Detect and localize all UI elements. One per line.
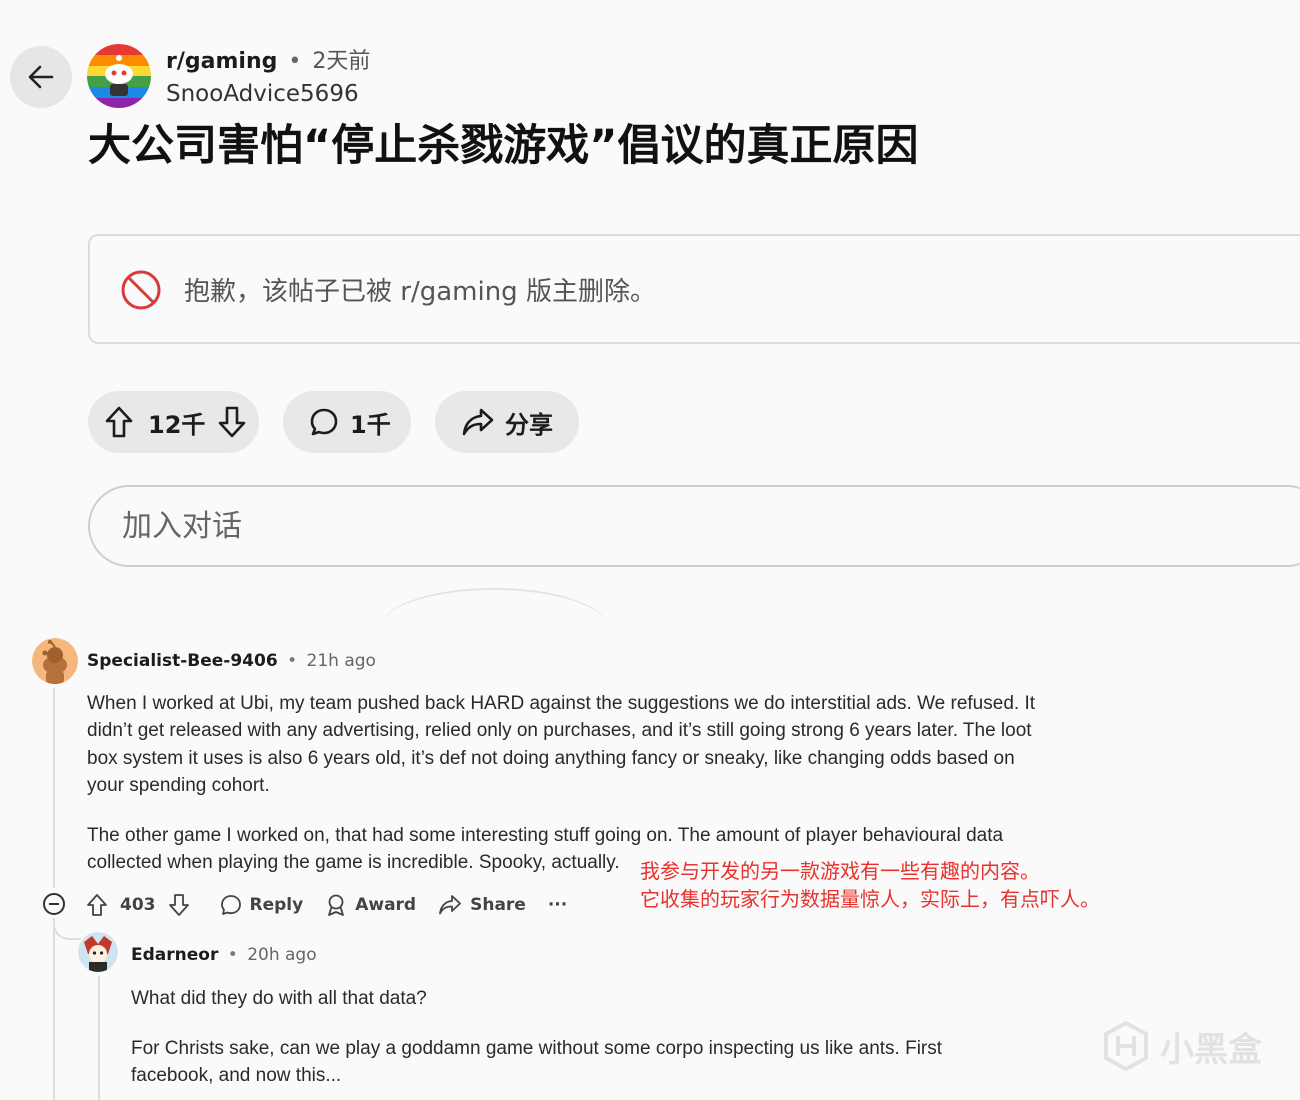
arrow-left-icon bbox=[28, 65, 54, 89]
sort-control[interactable] bbox=[380, 588, 608, 628]
avatar[interactable] bbox=[32, 638, 78, 684]
heybox-logo-icon bbox=[1104, 1020, 1148, 1072]
snoo-icon bbox=[87, 44, 151, 108]
comment-upvote-button[interactable] bbox=[86, 893, 116, 917]
post-meta: r/gaming • 2天前 bbox=[166, 48, 370, 76]
upvote-button[interactable] bbox=[104, 405, 134, 439]
annotation-line: 我参与开发的另一款游戏有一些有趣的内容。 bbox=[640, 859, 1040, 883]
comments-button[interactable]: 1千 bbox=[283, 391, 411, 453]
removed-text: 抱歉，该帖子已被 r/gaming 版主删除。 bbox=[184, 277, 656, 307]
comment-paragraph: When I worked at Ubi, my team pushed bac… bbox=[87, 693, 1035, 796]
comment-actions: 403 Reply Award Share ··· bbox=[86, 890, 589, 920]
comment-author[interactable]: Edarneor bbox=[131, 945, 218, 965]
join-placeholder: 加入对话 bbox=[122, 509, 242, 544]
share-button[interactable]: Share bbox=[438, 894, 526, 916]
share-label: 分享 bbox=[505, 410, 553, 439]
thread-line[interactable] bbox=[53, 918, 55, 1100]
comment-time: 20h ago bbox=[247, 945, 317, 965]
award-button[interactable]: Award bbox=[325, 893, 416, 917]
comment-count: 1千 bbox=[350, 410, 391, 439]
thread-line[interactable] bbox=[53, 688, 55, 888]
comment-icon bbox=[220, 895, 241, 915]
upvote-icon bbox=[105, 406, 133, 438]
upvote-icon bbox=[87, 894, 107, 916]
meta-separator: • bbox=[287, 651, 298, 671]
comment-downvote-button[interactable] bbox=[168, 893, 198, 917]
post-time: 2天前 bbox=[312, 49, 371, 74]
vote-count: 12千 bbox=[148, 410, 206, 439]
thread-connector bbox=[53, 918, 81, 940]
comment-paragraph: For Christs sake, can we play a goddamn … bbox=[131, 1038, 943, 1087]
comment-score: 403 bbox=[120, 895, 156, 915]
comment-time: 21h ago bbox=[306, 651, 376, 671]
character-avatar-icon bbox=[78, 932, 118, 972]
back-button[interactable] bbox=[10, 46, 72, 108]
downvote-icon bbox=[168, 894, 189, 916]
meta-separator: • bbox=[288, 49, 302, 74]
vote-bar: 12千 bbox=[88, 391, 259, 453]
translation-annotation: 我参与开发的另一款游戏有一些有趣的内容。 它收集的玩家行为数据量惊人，实际上，有… bbox=[640, 857, 1100, 913]
thread-line[interactable] bbox=[98, 976, 100, 1100]
subreddit-name[interactable]: r/gaming bbox=[166, 49, 277, 74]
watermark-text: 小黑盒 bbox=[1160, 1029, 1262, 1070]
award-icon bbox=[328, 894, 345, 916]
join-conversation-input[interactable]: 加入对话 bbox=[88, 485, 1300, 567]
comment-paragraph: What did they do with all that data? bbox=[131, 988, 427, 1009]
share-label: Share bbox=[470, 895, 526, 915]
share-icon bbox=[462, 408, 494, 436]
downvote-icon bbox=[219, 406, 246, 438]
annotation-line: 它收集的玩家行为数据量惊人，实际上，有点吓人。 bbox=[640, 887, 1100, 911]
reply-label: Reply bbox=[249, 895, 304, 915]
more-options-button[interactable]: ··· bbox=[548, 895, 567, 915]
prohibited-icon bbox=[121, 270, 161, 310]
collapse-thread-button[interactable] bbox=[43, 893, 65, 915]
comment-author[interactable]: Specialist-Bee-9406 bbox=[87, 651, 278, 671]
subreddit-avatar[interactable] bbox=[87, 44, 151, 108]
post-author[interactable]: SnooAdvice5696 bbox=[166, 80, 359, 108]
avatar[interactable] bbox=[78, 932, 118, 972]
reply-button[interactable]: Reply bbox=[220, 894, 304, 916]
downvote-button[interactable] bbox=[217, 405, 247, 439]
comment-header: Edarneor • 20h ago bbox=[131, 943, 317, 967]
meta-separator: • bbox=[227, 945, 238, 965]
post-title: 大公司害怕“停止杀戮游戏”倡议的真正原因 bbox=[88, 121, 919, 171]
snoo-avatar-icon bbox=[32, 638, 78, 684]
removed-notice: 抱歉，该帖子已被 r/gaming 版主删除。 bbox=[88, 234, 1300, 344]
comment-header: Specialist-Bee-9406 • 21h ago bbox=[87, 649, 376, 673]
award-label: Award bbox=[355, 895, 417, 915]
watermark: 小黑盒 bbox=[1100, 1020, 1262, 1072]
share-icon bbox=[439, 895, 461, 915]
share-button[interactable]: 分享 bbox=[435, 391, 579, 453]
comment-icon bbox=[310, 408, 338, 436]
